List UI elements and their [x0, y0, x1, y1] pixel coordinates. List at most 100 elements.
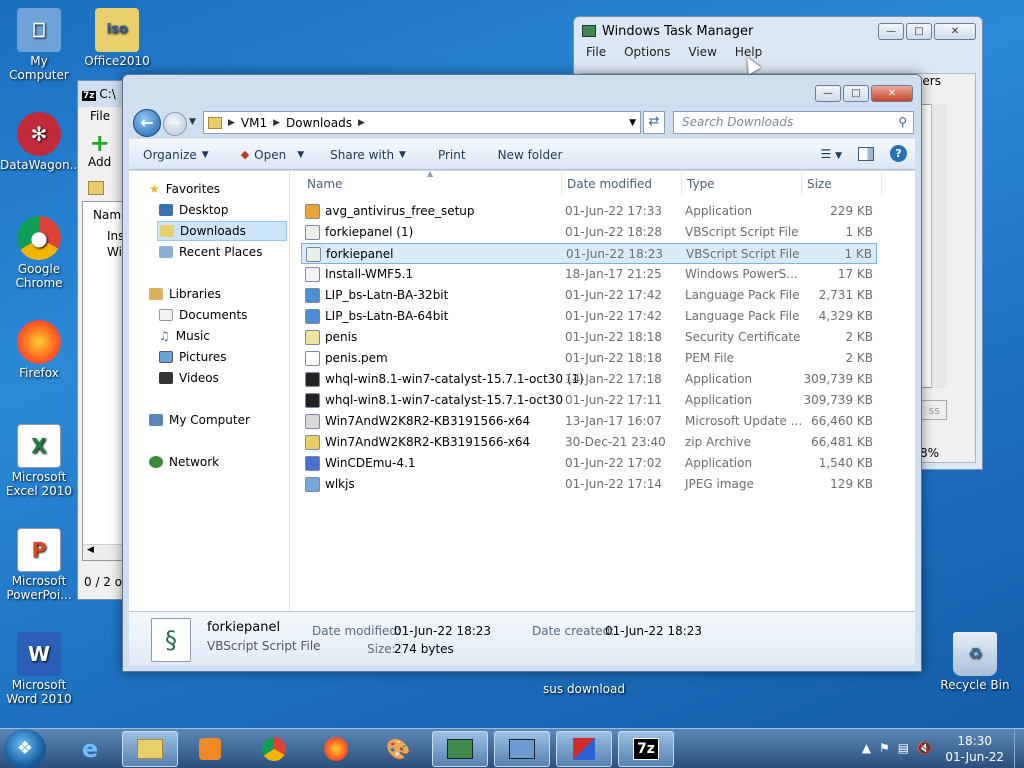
- menu-options[interactable]: Options: [624, 45, 670, 65]
- recent-pages-dropdown[interactable]: ▼: [189, 117, 196, 127]
- search-icon[interactable]: ⚲: [898, 115, 907, 129]
- file-size: 17 KB: [837, 267, 873, 281]
- file-type: Application: [685, 372, 753, 386]
- maximize-button[interactable]: □: [906, 23, 932, 40]
- sevenzip-add-button[interactable]: + Add: [88, 131, 111, 169]
- file-row[interactable]: avg_antivirus_free_setup 01-Jun-22 17:33 A…: [301, 201, 877, 222]
- desktop-icon-recycle-bin[interactable]: ♻ Recycle Bin: [936, 632, 1014, 692]
- menu-view[interactable]: View: [688, 45, 716, 65]
- desktop-icon-powerpoint[interactable]: P Microsoft PowerPoi...: [0, 528, 78, 602]
- file-row[interactable]: whql-win8.1-win7-catalyst-15.7.1-oct30 (…: [301, 369, 877, 390]
- new-folder-button[interactable]: New folder: [488, 148, 573, 162]
- desktop-icon-office2010[interactable]: iso Office2010: [78, 8, 156, 68]
- file-row[interactable]: Win7AndW2K8R2-KB3191566-x64 13-Jan-17 16:…: [301, 411, 877, 432]
- preview-pane-button[interactable]: [858, 146, 874, 161]
- open-button[interactable]: ◆ Open ▼: [231, 148, 314, 162]
- action-center-icon[interactable]: ⚑: [879, 741, 890, 755]
- organize-button[interactable]: Organize ▼: [129, 148, 219, 162]
- breadcrumb-arrow-icon[interactable]: ▶: [358, 118, 365, 128]
- taskbar-media-player[interactable]: [182, 731, 238, 767]
- tab-users[interactable]: ers: [922, 74, 941, 88]
- file-row[interactable]: penis.pem 01-Jun-22 18:18 PEM File 2 KB: [301, 348, 877, 369]
- view-options-button[interactable]: ☰ ▼: [821, 147, 843, 161]
- sevenzip-up-folder-icon[interactable]: [88, 181, 104, 195]
- nav-recent-places[interactable]: Recent Places: [159, 242, 262, 262]
- file-date-modified: 30-Dec-21 23:40: [565, 435, 666, 449]
- taskbar-chrome[interactable]: [246, 731, 302, 767]
- back-button[interactable]: ←: [133, 109, 161, 137]
- file-row[interactable]: WinCDEmu-4.1 01-Jun-22 17:02 Application 1,…: [301, 453, 877, 474]
- breadcrumb-vm1[interactable]: VM1: [235, 116, 273, 130]
- file-name: Win7AndW2K8R2-KB3191566-x64: [325, 435, 531, 449]
- desktop-icon-datawagon[interactable]: ✻ DataWagon...: [0, 112, 81, 172]
- taskbar-installer[interactable]: [556, 731, 612, 767]
- nav-pictures[interactable]: Pictures: [159, 347, 227, 367]
- chevron-down-icon: ▼: [201, 149, 209, 160]
- breadcrumb-arrow-icon[interactable]: ▶: [273, 118, 280, 128]
- details-date-modified: 01-Jun-22 18:23: [394, 624, 492, 638]
- clock[interactable]: 18:30 01-Jun-22: [945, 733, 1004, 765]
- file-size: 2,731 KB: [818, 288, 873, 302]
- nav-network[interactable]: Network: [149, 452, 219, 472]
- file-row[interactable]: forkiepanel (1) 01-Jun-22 18:28 VBScript S…: [301, 222, 877, 243]
- file-row[interactable]: Install-WMF5.1 18-Jan-17 21:25 Windows Pow…: [301, 264, 877, 285]
- file-row[interactable]: penis 01-Jun-22 18:18 Security Certificate…: [301, 327, 877, 348]
- desktop-icon-firefox[interactable]: Firefox: [0, 320, 78, 380]
- desktop-icon-chrome[interactable]: ● Google Chrome: [0, 216, 78, 290]
- nav-libraries[interactable]: Libraries: [149, 284, 221, 304]
- network-tray-icon[interactable]: ▤: [898, 741, 909, 755]
- pictures-icon: [159, 351, 173, 363]
- forward-button[interactable]: →: [163, 112, 187, 136]
- share-with-button[interactable]: Share with ▼: [320, 148, 416, 162]
- vbscript-icon: [306, 247, 321, 262]
- taskbar-sevenzip[interactable]: 7z: [618, 731, 674, 767]
- desktop-icon-word[interactable]: W Microsoft Word 2010: [0, 632, 78, 706]
- desktop-icon-my-computer[interactable]: ⎕ My Computer: [0, 8, 78, 82]
- file-row[interactable]: whql-win8.1-win7-catalyst-15.7.1-oct30 01…: [301, 390, 877, 411]
- show-hidden-icons-button[interactable]: ▲: [862, 741, 871, 755]
- clock-time: 18:30: [957, 734, 992, 748]
- show-desktop-button[interactable]: [1014, 729, 1024, 768]
- nav-my-computer[interactable]: My Computer: [149, 410, 250, 430]
- column-header-size[interactable]: Size: [807, 171, 832, 197]
- taskbar-firefox[interactable]: [308, 731, 364, 767]
- minimize-button[interactable]: —: [878, 23, 904, 40]
- nav-documents[interactable]: Documents: [159, 305, 247, 325]
- column-header-name[interactable]: Name: [307, 171, 342, 197]
- nav-downloads[interactable]: Downloads: [157, 221, 287, 241]
- volume-muted-icon[interactable]: 🔇: [917, 741, 932, 755]
- search-input[interactable]: Search Downloads ⚲: [673, 111, 914, 134]
- breadcrumb-arrow-icon[interactable]: ▶: [228, 118, 235, 128]
- menu-file[interactable]: File: [586, 45, 606, 65]
- task-manager-scrollbar[interactable]: [931, 104, 947, 388]
- taskbar-network-app[interactable]: [494, 731, 550, 767]
- breadcrumb-downloads[interactable]: Downloads: [280, 116, 358, 130]
- column-header-date[interactable]: Date modified: [567, 171, 652, 197]
- refresh-button[interactable]: ⇄: [643, 111, 665, 134]
- column-header-type[interactable]: Type: [687, 171, 715, 197]
- desktop-icon-sus-download[interactable]: sus download: [538, 682, 630, 696]
- nav-desktop[interactable]: Desktop: [159, 200, 229, 220]
- nav-favorites[interactable]: ★ Favorites: [149, 179, 220, 199]
- task-manager-menu: File Options View Help: [574, 45, 982, 65]
- address-bar[interactable]: ▶ VM1 ▶ Downloads ▶ ▼: [203, 111, 641, 134]
- file-row[interactable]: Win7AndW2K8R2-KB3191566-x64 30-Dec-21 23:…: [301, 432, 877, 453]
- close-button[interactable]: ✕: [934, 23, 976, 40]
- file-date-modified: 18-Jan-17 21:25: [565, 267, 662, 281]
- file-row[interactable]: forkiepanel 01-Jun-22 18:23 VBScript Scrip…: [301, 243, 877, 264]
- file-row[interactable]: LIP_bs-Latn-BA-32bit 01-Jun-22 17:42 Langu…: [301, 285, 877, 306]
- desktop-icon-excel[interactable]: X Microsoft Excel 2010: [0, 424, 78, 498]
- nav-videos[interactable]: Videos: [159, 368, 219, 388]
- explorer-window[interactable]: — □ ✕ ← → ▼ ▶ VM1 ▶ Downloads ▶ ▼ ⇄ Sear…: [122, 74, 922, 672]
- print-button[interactable]: Print: [428, 148, 476, 162]
- nav-music[interactable]: ♫ Music: [159, 326, 210, 346]
- taskbar-internet-explorer[interactable]: e: [62, 731, 118, 767]
- help-button[interactable]: ?: [890, 145, 907, 162]
- address-dropdown-icon[interactable]: ▼: [629, 118, 636, 128]
- file-row[interactable]: wlkjs 01-Jun-22 17:14 JPEG image 129 KB: [301, 474, 877, 495]
- taskbar-file-explorer[interactable]: [122, 731, 178, 767]
- taskbar-task-manager[interactable]: [432, 731, 488, 767]
- taskbar-paint[interactable]: 🎨: [370, 731, 426, 767]
- file-row[interactable]: LIP_bs-Latn-BA-64bit 01-Jun-22 17:42 Langu…: [301, 306, 877, 327]
- start-button[interactable]: ❖: [4, 729, 46, 768]
